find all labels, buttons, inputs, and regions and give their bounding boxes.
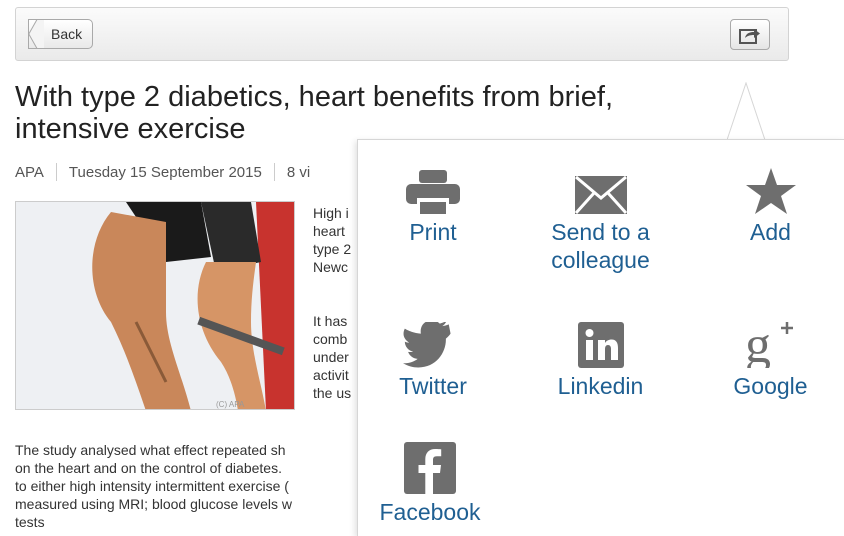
share-linkedin-label: Linkedin	[557, 373, 644, 399]
share-facebook-label: Facebook	[379, 499, 481, 525]
share-add-label: Add	[750, 219, 791, 245]
star-icon	[745, 168, 796, 214]
twitter-bird-icon	[403, 322, 451, 368]
popup-pointer	[727, 82, 766, 142]
share-facebook[interactable]: Facebook	[370, 442, 490, 526]
cyclist-legs-image: (C) APA	[16, 202, 294, 409]
back-arrow-icon	[28, 19, 44, 49]
article-paragraph-3: The study analysed what effect repeated …	[15, 442, 293, 530]
share-print[interactable]: Print	[398, 164, 468, 246]
photo-watermark: (C) APA	[216, 400, 245, 409]
article-source: APA	[15, 163, 44, 181]
article-photo: (C) APA	[15, 201, 295, 410]
share-icon	[739, 28, 760, 44]
linkedin-icon	[577, 322, 624, 368]
back-button[interactable]: Back	[28, 19, 94, 49]
share-print-label: Print	[409, 219, 457, 245]
printer-icon	[406, 170, 460, 214]
share-google-label: Google	[733, 373, 808, 399]
meta-divider	[273, 163, 275, 181]
share-twitter[interactable]: Twitter	[388, 318, 478, 400]
article-title: With type 2 diabetics, heart benefits fr…	[15, 81, 613, 145]
facebook-icon	[404, 442, 456, 494]
article-date: Tuesday 15 September 2015	[68, 163, 262, 181]
share-linkedin[interactable]: Linkedin	[543, 318, 658, 400]
share-add[interactable]: Add	[733, 164, 808, 246]
article-meta: APA Tuesday 15 September 2015 8 vi	[15, 163, 310, 181]
share-popup: Print Send to a colleague Add Twitter Li…	[357, 139, 844, 536]
top-toolbar: Back	[15, 7, 789, 61]
back-button-label: Back	[51, 26, 83, 42]
share-button[interactable]	[730, 19, 770, 50]
meta-divider	[55, 163, 57, 181]
svg-text:g: g	[745, 318, 771, 368]
share-twitter-label: Twitter	[399, 373, 467, 399]
article-views: 8 vi	[286, 163, 311, 181]
share-send-label: Send to a colleague	[551, 219, 650, 273]
share-send-colleague[interactable]: Send to a colleague	[533, 164, 668, 274]
google-plus-icon: g	[745, 318, 793, 368]
envelope-icon	[574, 176, 627, 214]
share-google[interactable]: g Google	[723, 318, 818, 400]
